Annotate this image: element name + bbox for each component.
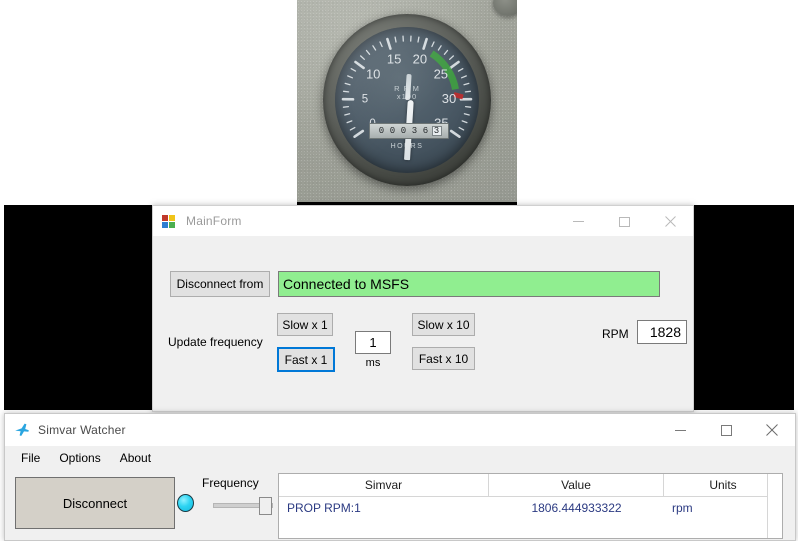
cell-units: rpm [664, 497, 782, 519]
mainform-title: MainForm [186, 214, 242, 228]
frequency-slider-thumb[interactable] [259, 497, 272, 515]
column-header-value[interactable]: Value [489, 474, 664, 496]
menu-item-file[interactable]: File [13, 449, 48, 467]
hour-meter-digit: 6 [421, 126, 431, 136]
update-frequency-label: Update frequency [168, 335, 263, 349]
connection-led-indicator [177, 494, 194, 512]
minimize-icon[interactable] [657, 415, 703, 445]
desktop-background: 05101520253035 R P M x100 000363 HOURS [0, 0, 798, 535]
column-header-units[interactable]: Units [664, 474, 782, 496]
table-scrollbar[interactable] [767, 474, 782, 538]
minimize-icon[interactable] [555, 206, 601, 236]
slow-x10-button[interactable]: Slow x 10 [412, 313, 475, 336]
simvar-table[interactable]: Simvar Value Units PROP RPM:1 1806.44493… [278, 473, 783, 539]
vs-form-icon [162, 213, 178, 229]
close-icon[interactable] [749, 415, 795, 445]
simvar-body: Disconnect Simvar Value Units PROP RPM:1… [5, 469, 795, 539]
gauge-bezel: 05101520253035 R P M x100 000363 HOURS [323, 14, 491, 186]
svg-text:15: 15 [387, 51, 401, 66]
menu-item-about[interactable]: About [112, 449, 159, 467]
hour-meter: 000363 [369, 123, 449, 139]
gauge-needle-tail [405, 74, 412, 100]
hour-meter-label: HOURS [335, 143, 479, 150]
column-header-simvar[interactable]: Simvar [279, 474, 489, 496]
hour-meter-digit: 0 [388, 126, 398, 136]
simvar-menubar[interactable]: File Options About [5, 447, 795, 469]
mainform-window[interactable]: MainForm Disconnect from Connected to MS… [152, 205, 694, 412]
simvar-title: Simvar Watcher [38, 423, 126, 437]
rpm-value-field[interactable]: 1828 [637, 320, 687, 344]
disconnect-button[interactable]: Disconnect [15, 477, 175, 529]
simvar-window-controls[interactable] [657, 415, 795, 445]
hour-meter-digit: 3 [432, 126, 442, 136]
hour-meter-digit: 0 [399, 126, 409, 136]
hour-meter-digit: 0 [377, 126, 387, 136]
cell-simvar: PROP RPM:1 [279, 497, 489, 519]
tachometer-photo: 05101520253035 R P M x100 000363 HOURS [297, 0, 517, 202]
rpm-label: RPM [602, 327, 629, 341]
slow-x1-button[interactable]: Slow x 1 [277, 313, 333, 336]
frequency-label: Frequency [202, 476, 259, 490]
simvar-watcher-window[interactable]: Simvar Watcher File Options About Discon… [4, 413, 796, 541]
cell-value: 1806.444933322 [489, 497, 664, 519]
gauge-face: 05101520253035 R P M x100 000363 HOURS [335, 27, 479, 173]
interval-input[interactable]: 1 [355, 331, 391, 354]
maximize-icon[interactable] [703, 415, 749, 445]
airplane-icon [14, 422, 30, 438]
maximize-icon[interactable] [601, 206, 647, 236]
mainform-body: Disconnect from Connected to MSFS Update… [153, 237, 693, 411]
hour-meter-digit: 3 [410, 126, 420, 136]
close-icon[interactable] [647, 206, 693, 236]
table-header-row: Simvar Value Units [279, 474, 782, 497]
connection-status-field: Connected to MSFS [278, 271, 660, 297]
frequency-slider[interactable] [213, 497, 273, 513]
svg-text:25: 25 [434, 67, 448, 82]
svg-text:20: 20 [413, 51, 427, 66]
interval-unit-label: ms [355, 357, 391, 369]
simvar-titlebar[interactable]: Simvar Watcher [5, 414, 795, 447]
disconnect-from-button[interactable]: Disconnect from [170, 271, 270, 297]
fast-x1-button[interactable]: Fast x 1 [277, 347, 335, 372]
mainform-titlebar[interactable]: MainForm [153, 206, 693, 237]
menu-item-options[interactable]: Options [51, 449, 108, 467]
table-row[interactable]: PROP RPM:1 1806.444933322 rpm [279, 497, 782, 519]
fast-x10-button[interactable]: Fast x 10 [412, 347, 475, 370]
svg-text:10: 10 [366, 67, 380, 82]
mainform-window-controls[interactable] [555, 206, 693, 236]
